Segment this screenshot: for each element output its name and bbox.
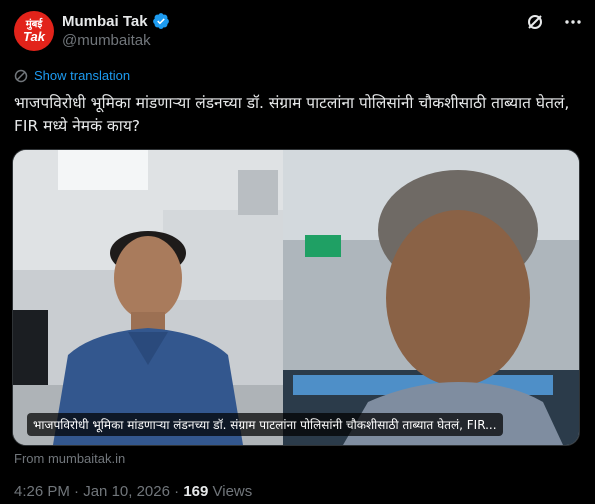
- show-translation-label: Show translation: [34, 68, 131, 83]
- card-source[interactable]: From mumbaitak.in: [14, 451, 125, 466]
- avatar-text-line1: मुंबई: [25, 18, 43, 30]
- tweet-text: भाजपविरोधी भूमिका मांडणाऱ्या लंडनच्या डॉ…: [14, 94, 570, 135]
- display-name[interactable]: Mumbai Tak: [62, 13, 148, 30]
- avatar[interactable]: मुंबई Tak: [14, 11, 54, 51]
- more-options-icon[interactable]: [563, 12, 583, 32]
- top-actions: [525, 12, 583, 32]
- show-translation-link[interactable]: Show translation: [14, 68, 130, 83]
- name-row: Mumbai Tak: [62, 11, 170, 31]
- meta-separator: ·: [74, 483, 80, 500]
- media-image: [13, 150, 579, 445]
- meta-separator: ·: [174, 483, 180, 500]
- tweet-time[interactable]: 4:26 PM: [14, 483, 70, 500]
- media-caption: भाजपविरोधी भूमिका मांडणाऱ्या लंडनच्या डॉ…: [27, 413, 503, 436]
- tweet-date[interactable]: Jan 10, 2026: [83, 483, 170, 500]
- grok-icon[interactable]: [525, 12, 545, 32]
- translate-icon: [14, 69, 28, 82]
- avatar-text-line2: Tak: [23, 28, 45, 44]
- views-label: Views: [212, 483, 253, 500]
- media-card[interactable]: भाजपविरोधी भूमिका मांडणाऱ्या लंडनच्या डॉ…: [12, 149, 580, 446]
- handle[interactable]: @mumbaitak: [62, 32, 151, 49]
- views-count: 169: [183, 483, 209, 500]
- verified-badge-icon: [152, 13, 169, 29]
- tweet-meta: 4:26 PM · Jan 10, 2026 · 169 Views: [14, 483, 252, 500]
